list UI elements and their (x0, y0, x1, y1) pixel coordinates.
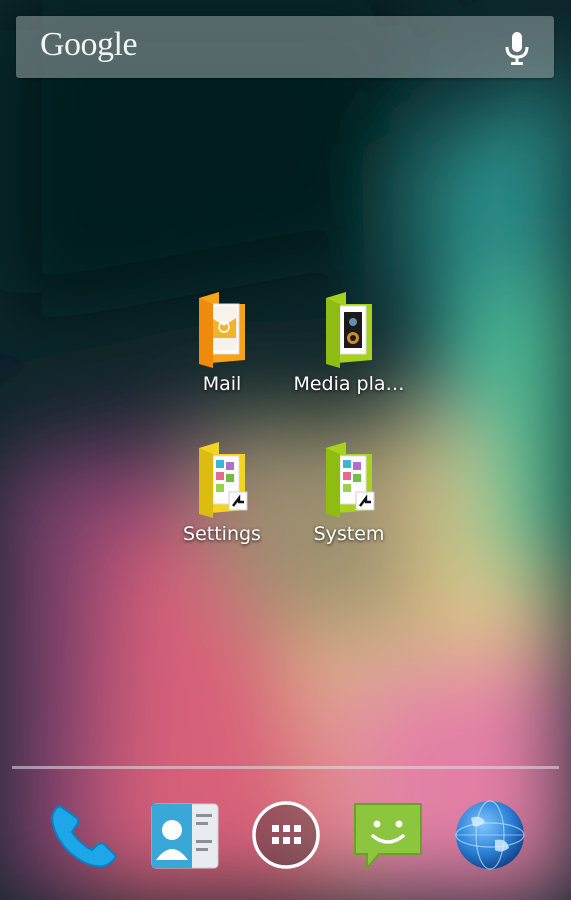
dock-app-drawer[interactable] (247, 796, 325, 874)
folder-label: Media pla… (293, 373, 405, 395)
folder-system[interactable]: System (284, 440, 414, 545)
folder-mail[interactable]: Mail (157, 290, 287, 395)
dock-browser[interactable] (451, 796, 529, 874)
folder-settings[interactable]: Settings (157, 440, 287, 545)
dock-contacts[interactable] (146, 796, 224, 874)
folder-label: System (313, 523, 385, 545)
mail-folder-icon (199, 292, 245, 368)
google-logo: Google (40, 26, 138, 63)
dock-phone[interactable] (44, 796, 122, 874)
messaging-icon (354, 803, 422, 871)
phone-icon (50, 804, 118, 868)
system-folder-icon (326, 442, 375, 518)
microphone-icon[interactable] (504, 30, 530, 66)
globe-icon (455, 800, 525, 870)
folder-media-player[interactable]: Media pla… (284, 290, 414, 395)
contacts-icon (151, 803, 219, 869)
folder-label: Mail (202, 373, 242, 395)
dock-messaging[interactable] (349, 796, 427, 874)
app-drawer-icon (252, 801, 320, 869)
media-folder-icon (326, 292, 372, 368)
folder-label: Settings (183, 523, 261, 545)
google-search-bar[interactable]: Google (16, 16, 554, 78)
settings-folder-icon (199, 442, 248, 518)
dock-divider (12, 766, 559, 769)
